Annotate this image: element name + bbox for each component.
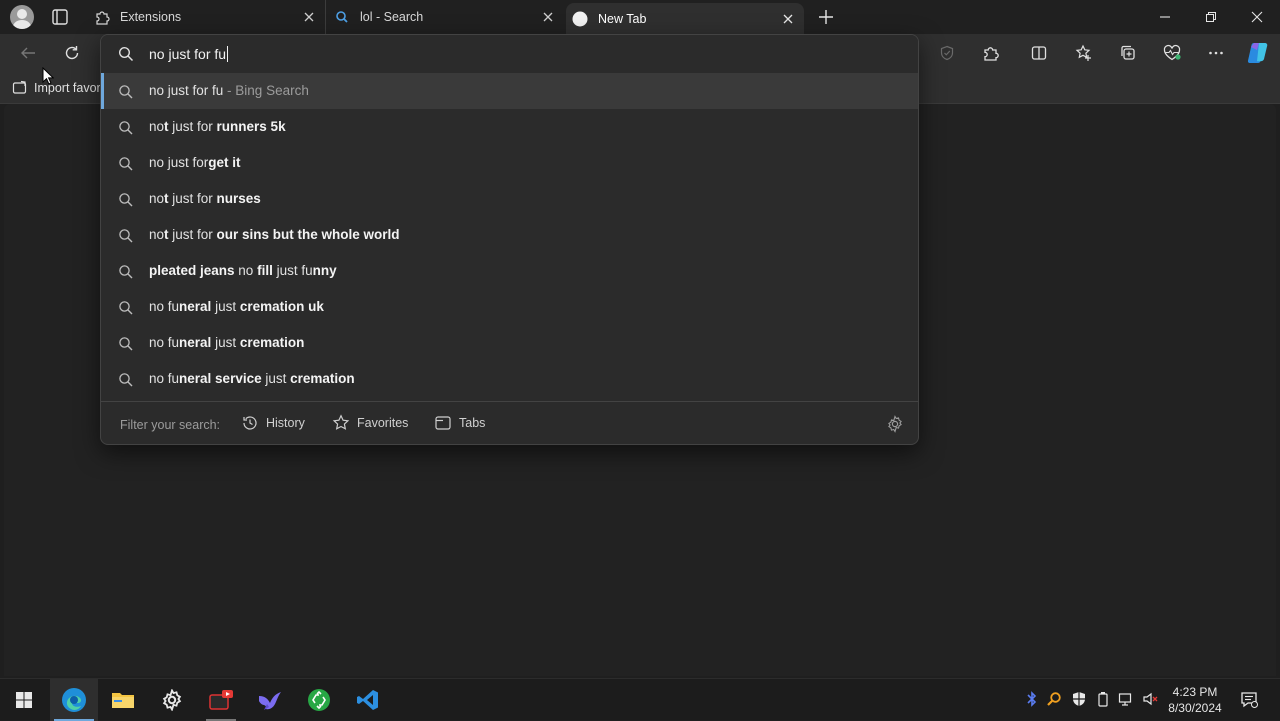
suggestion-item[interactable]: pleated jeans no fill just funny (101, 253, 918, 289)
edge-icon[interactable] (50, 679, 98, 721)
search-icon (118, 264, 134, 280)
system-clock[interactable]: 4:23 PM 8/30/2024 (1160, 684, 1230, 716)
suggestion-item[interactable]: no funeral service just cremation (101, 361, 918, 397)
windows-security-icon[interactable] (1071, 690, 1087, 708)
suggestion-item[interactable]: not just for runners 5k (101, 109, 918, 145)
favorites-star-icon[interactable] (1070, 39, 1098, 67)
new-tab-plus-icon[interactable] (816, 7, 836, 27)
extensions-icon[interactable] (977, 39, 1005, 67)
file-explorer-icon[interactable] (99, 679, 147, 721)
search-icon (118, 228, 134, 244)
search-icon (118, 372, 134, 388)
browser-essentials-icon[interactable] (1158, 39, 1186, 67)
close-tab-icon[interactable] (780, 11, 796, 27)
tab-title: New Tab (598, 11, 647, 26)
bird-app-icon[interactable] (246, 679, 294, 721)
new-tab-favicon-icon (572, 11, 588, 27)
vscode-icon[interactable] (344, 679, 392, 721)
tab-lol-search[interactable]: lol - Search (328, 0, 564, 34)
suggestion-text: no funeral service just cremation (149, 371, 355, 386)
search-icon (118, 192, 134, 208)
back-arrow-icon[interactable] (14, 39, 42, 67)
text-caret (227, 46, 229, 62)
tabs-icon (435, 416, 451, 430)
filter-label: Filter your search: (120, 418, 221, 432)
search-icon (118, 336, 134, 352)
suggestion-text: not just for runners 5k (149, 119, 286, 134)
bluetooth-app-icon[interactable] (1024, 690, 1040, 708)
filter-history-button[interactable]: History (241, 414, 305, 432)
clock-time: 4:23 PM (1172, 685, 1218, 699)
close-window-icon[interactable] (1234, 0, 1280, 34)
filter-history-label: History (266, 416, 305, 430)
filter-favorites-button[interactable]: Favorites (332, 414, 408, 432)
restore-icon[interactable] (1188, 0, 1234, 34)
search-filter-bar: Filter your search: History Favorites Ta… (101, 401, 918, 444)
suggestion-text: no just for fu - Bing Search (149, 83, 309, 98)
suggestion-item[interactable]: no funeral just cremation uk (101, 289, 918, 325)
filter-tabs-button[interactable]: Tabs (434, 414, 485, 432)
volume-muted-icon[interactable] (1142, 690, 1158, 708)
search-icon (118, 46, 134, 62)
tab-new-tab[interactable]: New Tab (566, 3, 804, 34)
notifications-icon[interactable] (1240, 690, 1258, 708)
suggestion-item[interactable]: no just for fu - Bing Search (101, 73, 918, 109)
suggestion-text: pleated jeans no fill just funny (149, 263, 337, 278)
puzzle-icon (94, 9, 110, 25)
more-options-icon[interactable] (1202, 39, 1230, 67)
bing-search-icon (334, 9, 350, 25)
settings-icon[interactable] (148, 679, 196, 721)
gear-icon[interactable] (886, 415, 904, 433)
minimize-icon[interactable] (1142, 0, 1188, 34)
search-icon (118, 84, 134, 100)
address-bar-input[interactable]: no just for fu (101, 35, 918, 73)
tracking-prevention-icon[interactable] (933, 39, 961, 67)
import-favorites-icon (12, 80, 27, 94)
battery-icon[interactable] (1095, 690, 1111, 708)
copilot-icon[interactable] (1243, 38, 1273, 68)
start-icon[interactable] (0, 679, 48, 721)
clock-date: 8/30/2024 (1168, 701, 1222, 715)
search-icon (118, 156, 134, 172)
video-editor-icon[interactable] (197, 679, 245, 721)
filter-tabs-label: Tabs (459, 416, 486, 430)
tab-title: lol - Search (360, 10, 424, 24)
search-icon (118, 120, 134, 136)
suggestion-item[interactable]: no just forget it (101, 145, 918, 181)
title-bar: Extensions lol - Search New Tab (0, 0, 1280, 34)
windows-taskbar: 4:23 PM 8/30/2024 (0, 678, 1280, 721)
suggestion-text: no just forget it (149, 155, 241, 170)
tab-actions-icon[interactable] (48, 6, 72, 28)
suggestion-source: - Bing Search (223, 83, 309, 98)
refresh-icon[interactable] (58, 39, 86, 67)
suggestion-text: not just for nurses (149, 191, 261, 206)
suggestion-item[interactable]: not just for our sins but the whole worl… (101, 217, 918, 253)
split-screen-icon[interactable] (1025, 39, 1053, 67)
search-icon (118, 300, 134, 316)
import-favorites-button[interactable]: Import favor (12, 80, 101, 96)
mouse-pointer-icon (42, 67, 54, 85)
tab-title: Extensions (120, 10, 182, 24)
search-tray-icon[interactable] (1046, 690, 1062, 708)
suggestion-text: no funeral just cremation (149, 335, 305, 350)
profile-avatar[interactable] (10, 5, 34, 29)
suggestion-item[interactable]: not just for nurses (101, 181, 918, 217)
address-bar-dropdown: no just for fu no just for fu - Bing Sea… (100, 34, 919, 445)
close-tab-icon[interactable] (540, 9, 556, 25)
suggestion-text: no funeral just cremation uk (149, 299, 324, 314)
network-icon[interactable] (1118, 690, 1134, 708)
suggestion-item[interactable]: no funeral just cremation (101, 325, 918, 361)
collections-icon[interactable] (1114, 39, 1142, 67)
recycle-app-icon[interactable] (295, 679, 343, 721)
star-icon (332, 414, 350, 430)
suggestion-text: not just for our sins but the whole worl… (149, 227, 400, 242)
history-icon (243, 416, 257, 430)
close-tab-icon[interactable] (301, 9, 317, 25)
address-bar-value: no just for fu (149, 46, 227, 62)
filter-favorites-label: Favorites (357, 416, 409, 430)
tab-extensions[interactable]: Extensions (90, 0, 326, 34)
